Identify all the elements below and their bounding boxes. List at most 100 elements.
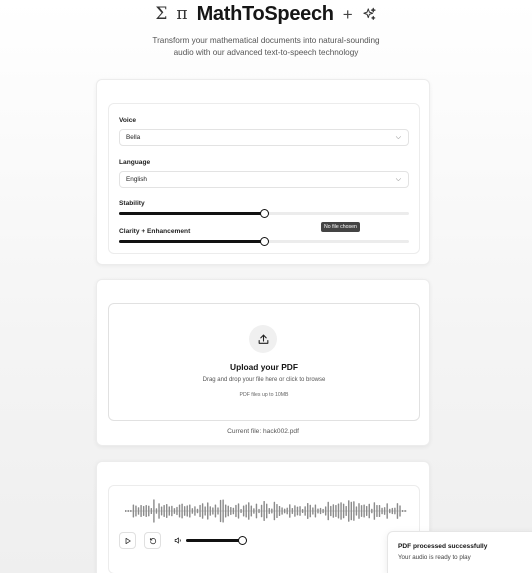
waveform-bar xyxy=(155,508,158,514)
waveform-bar xyxy=(394,507,396,515)
waveform-bar xyxy=(214,504,217,518)
waveform-bar xyxy=(158,503,160,519)
waveform-bar xyxy=(245,504,247,518)
waveform-bar xyxy=(391,507,394,515)
restart-button[interactable] xyxy=(144,532,161,549)
slider-thumb[interactable] xyxy=(259,237,269,246)
waveform-bar xyxy=(227,505,229,517)
waveform-bar xyxy=(217,507,219,515)
waveform-bar xyxy=(312,507,314,515)
app-title: MathToSpeech xyxy=(196,2,334,25)
volume-slider[interactable] xyxy=(186,536,247,545)
waveform-bar xyxy=(181,503,183,519)
waveform-bar xyxy=(291,508,294,514)
waveform-bar xyxy=(283,508,286,514)
slider-thumb[interactable] xyxy=(259,209,269,218)
volume-icon[interactable] xyxy=(174,536,183,545)
waveform-bar xyxy=(219,499,222,523)
waveform-bar xyxy=(255,503,258,519)
waveform-bar xyxy=(276,503,278,519)
waveform-bar xyxy=(207,502,209,520)
waveform-bar xyxy=(319,507,322,515)
toast-title: PDF processed successfully xyxy=(398,543,488,550)
waveform-bar xyxy=(153,499,155,523)
waveform-bar xyxy=(294,505,296,517)
waveform-bar xyxy=(250,505,253,517)
waveform-bar xyxy=(365,505,368,517)
waveform-bar xyxy=(304,506,306,516)
waveform-bar xyxy=(307,502,309,520)
waveform-bar xyxy=(404,510,406,512)
waveform-bar xyxy=(240,508,242,514)
pdf-dropzone[interactable]: Upload your PDF Drag and drop your file … xyxy=(108,303,420,421)
waveform-bar xyxy=(273,501,276,521)
waveform-bar xyxy=(368,503,370,519)
waveform-bar xyxy=(135,505,137,517)
waveform-bar xyxy=(148,505,150,517)
waveform-bar xyxy=(137,507,140,515)
success-toast: PDF processed successfully Your audio is… xyxy=(387,531,532,573)
waveform-bar xyxy=(145,504,147,518)
waveform-bar xyxy=(278,506,281,516)
play-icon xyxy=(125,537,131,544)
waveform-bar xyxy=(127,510,129,512)
waveform-bar xyxy=(317,508,319,514)
upload-title: Upload your PDF xyxy=(230,362,298,372)
pi-symbol: π xyxy=(176,3,188,24)
waveform-bar xyxy=(178,504,181,518)
waveform-bar xyxy=(130,510,132,512)
waveform-bar xyxy=(337,503,340,519)
volume-thumb[interactable] xyxy=(237,536,247,545)
waveform-bar xyxy=(248,502,250,520)
waveform-bar xyxy=(345,506,347,516)
waveform-bar xyxy=(301,508,304,514)
waveform-bar xyxy=(389,508,391,514)
waveform-bar xyxy=(401,510,404,512)
waveform-bar xyxy=(150,507,153,515)
waveform-bar xyxy=(378,504,381,518)
slider-fill xyxy=(119,240,264,243)
waveform-bar xyxy=(237,503,240,519)
waveform-bar xyxy=(173,508,176,514)
voice-settings-card: Voice Bella ⌵ Language English ⌵ Stabili… xyxy=(96,79,430,265)
waveform-bar xyxy=(314,504,317,518)
waveform-bar xyxy=(281,507,283,515)
toast-description: Your audio is ready to play xyxy=(398,554,471,561)
voice-label: Voice xyxy=(119,117,137,124)
waveform-bar xyxy=(125,510,127,512)
waveform-bar xyxy=(199,504,201,518)
waveform-bar xyxy=(289,504,291,518)
file-tooltip: No file chosen xyxy=(321,222,360,232)
waveform-bar xyxy=(299,506,301,516)
waveform-bar xyxy=(232,507,235,515)
upload-icon xyxy=(249,325,277,353)
waveform-bar xyxy=(201,503,204,519)
voice-settings-panel: Voice Bella ⌵ Language English ⌵ Stabili… xyxy=(108,103,420,254)
plus-symbol: + xyxy=(342,4,353,24)
waveform-bar xyxy=(335,505,337,517)
waveform-bar xyxy=(191,508,194,514)
waveform-bar xyxy=(373,502,376,520)
waveform-bar xyxy=(140,505,142,517)
play-button[interactable] xyxy=(119,532,136,549)
waveform-bar xyxy=(189,504,191,518)
language-select[interactable]: English ⌵ xyxy=(119,171,409,188)
waveform-bar xyxy=(142,506,145,516)
waveform-bar xyxy=(386,503,388,519)
waveform-bar xyxy=(353,501,355,521)
stability-slider[interactable] xyxy=(119,209,409,218)
subtitle-line-1: Transform your mathematical documents in… xyxy=(152,36,380,45)
volume-track xyxy=(186,539,242,542)
waveform-bar xyxy=(340,502,342,520)
waveform-bar xyxy=(342,503,345,519)
waveform-bar xyxy=(371,508,373,514)
voice-select[interactable]: Bella ⌵ xyxy=(119,129,409,146)
waveform-bar xyxy=(183,506,186,516)
clarity-slider[interactable] xyxy=(119,237,409,246)
waveform-bar xyxy=(376,505,378,517)
waveform-bar xyxy=(322,508,324,514)
waveform-bar xyxy=(332,504,335,518)
waveform[interactable] xyxy=(125,496,407,526)
waveform-bar xyxy=(268,507,270,515)
waveform-bar xyxy=(348,500,350,522)
